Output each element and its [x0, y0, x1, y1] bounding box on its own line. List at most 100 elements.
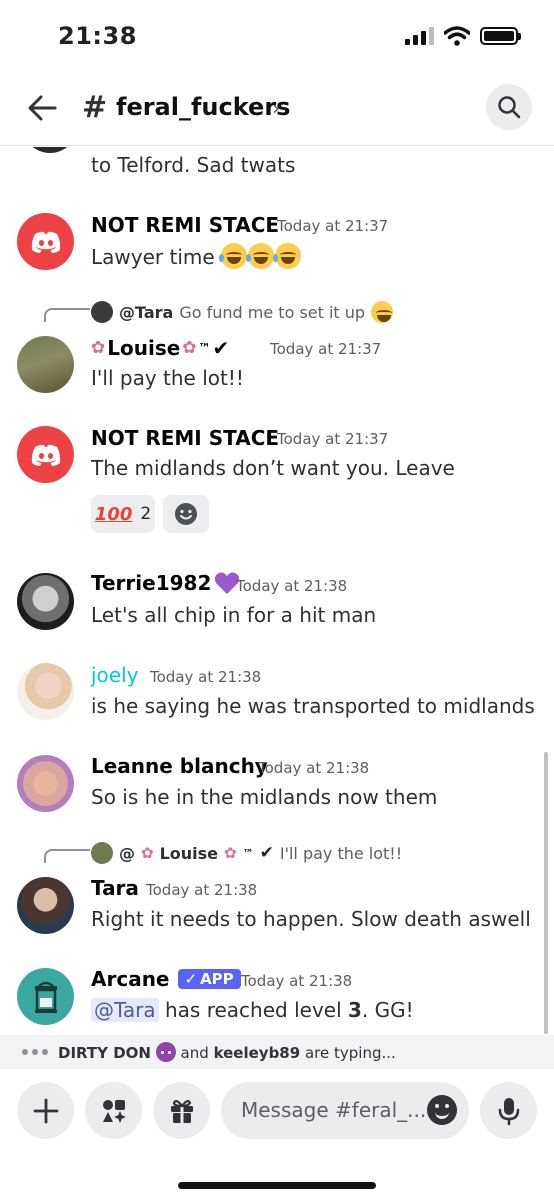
message-list[interactable]: to Telford. Sad twats NOT REMI STACE Tod…: [0, 147, 554, 1035]
lotus-emoji-icon: ✿: [224, 844, 237, 862]
battery-icon: [480, 27, 521, 45]
message-text: The midlands don’t want you. Leave: [91, 456, 455, 480]
lotus-emoji-icon: ✿: [141, 844, 154, 862]
emoji-picker-icon[interactable]: [427, 1095, 457, 1125]
typing-indicator: DIRTY DON and keeleyb89 are typing...: [0, 1035, 554, 1069]
message-author[interactable]: Arcane ✓ APP: [91, 967, 241, 991]
discord-logo-icon: [31, 444, 60, 466]
add-reaction-button[interactable]: [163, 495, 209, 533]
reply-preview[interactable]: @ ✿ Louise ✿ ™ ✔ I'll pay the lot!!: [91, 842, 402, 864]
discord-avatar[interactable]: [17, 426, 74, 483]
gift-icon: [170, 1099, 193, 1123]
user-mention[interactable]: @Tara: [91, 998, 159, 1022]
check-mark-icon: ✔: [259, 843, 274, 863]
hundred-emoji-icon: 100: [94, 503, 133, 525]
reply-connector: [44, 308, 90, 322]
message-author[interactable]: NOT REMI STACE: [91, 426, 279, 450]
trademark-symbol: ™: [198, 341, 211, 355]
back-arrow-icon: [28, 95, 57, 121]
home-indicator[interactable]: [178, 1182, 376, 1189]
add-attachment-button[interactable]: [17, 1082, 74, 1139]
typing-user: DIRTY DON: [58, 1044, 151, 1062]
reply-avatar: [91, 842, 113, 864]
message-text: Right it needs to happen. Slow death asw…: [91, 907, 531, 931]
trademark-symbol: ™: [242, 846, 254, 860]
search-icon: [498, 96, 521, 119]
reaction-count: 2: [140, 504, 152, 524]
message-text: to Telford. Sad twats: [91, 153, 296, 177]
search-button[interactable]: [486, 84, 532, 130]
message-author[interactable]: Terrie1982: [91, 571, 240, 595]
message-timestamp: Today at 21:38: [236, 577, 348, 595]
reply-text: I'll pay the lot!!: [279, 843, 403, 863]
apps-button[interactable]: [85, 1082, 142, 1139]
message-composer: Message #feral_...: [0, 1069, 554, 1200]
typing-dots-icon: [22, 1049, 48, 1055]
message-input[interactable]: Message #feral_...: [221, 1082, 469, 1139]
arcane-bot-avatar[interactable]: [17, 968, 74, 1025]
reply-avatar: [91, 301, 113, 323]
reaction-100[interactable]: 100 2: [91, 495, 155, 533]
discord-logo-icon: [31, 231, 60, 253]
author-name: Louise: [107, 336, 181, 360]
message-text-a: has reached level: [165, 998, 342, 1022]
level-number: 3: [348, 998, 362, 1022]
lotus-emoji-icon: ✿: [91, 338, 106, 358]
app-badge: ✓ APP: [177, 969, 241, 989]
message-timestamp: Today at 21:37: [277, 217, 389, 235]
discord-avatar[interactable]: [17, 213, 74, 270]
microphone-icon: [498, 1097, 519, 1125]
reply-text: Go fund me to set it up: [179, 302, 366, 322]
message-timestamp: Today at 21:38: [150, 668, 262, 686]
reply-author: @Tara: [119, 302, 174, 322]
message-author[interactable]: ✿ Louise ✿ ™ ✔: [91, 336, 229, 360]
chevron-right-icon[interactable]: ›: [272, 96, 280, 120]
status-time: 21:38: [58, 22, 137, 50]
channel-name[interactable]: feral_fuckers: [116, 93, 290, 121]
add-emoji-icon: [175, 503, 197, 525]
message-author[interactable]: Tara: [91, 876, 139, 900]
message-timestamp: Today at 21:38: [258, 759, 370, 777]
verified-check-icon: ✓: [184, 970, 198, 988]
joy-emoji-icon: [371, 301, 394, 323]
message-text: Lawyer time: [91, 243, 302, 269]
status-bar: 21:38: [0, 0, 554, 74]
back-button[interactable]: [22, 88, 62, 128]
avatar[interactable]: [17, 336, 74, 393]
avatar[interactable]: [17, 755, 74, 812]
author-name: Terrie1982: [91, 571, 212, 595]
typing-and: and: [180, 1044, 209, 1062]
message-author[interactable]: joely: [91, 663, 139, 687]
apps-icon: [102, 1099, 126, 1123]
avatar[interactable]: [17, 573, 74, 630]
message-text-b: . GG!: [361, 998, 414, 1022]
avatar[interactable]: [22, 147, 78, 153]
typing-user: keeleyb89: [213, 1044, 301, 1062]
voice-message-button[interactable]: [480, 1082, 537, 1139]
message-author[interactable]: Leanne blanchy: [91, 754, 268, 778]
message-timestamp: Today at 21:38: [241, 972, 353, 990]
status-icons: [405, 26, 521, 46]
message-author[interactable]: NOT REMI STACE: [91, 213, 279, 237]
message-text-body: Lawyer time: [91, 245, 215, 269]
message-text: @Tara has reached level 3. GG!: [91, 998, 414, 1022]
typing-suffix: are typing...: [304, 1044, 396, 1062]
scrollbar[interactable]: [544, 752, 548, 1034]
avatar[interactable]: [17, 877, 74, 934]
plus-icon: [33, 1098, 58, 1123]
reply-preview[interactable]: @Tara Go fund me to set it up: [91, 301, 394, 323]
message-text: So is he in the midlands now them: [91, 785, 438, 809]
message-timestamp: Today at 21:37: [277, 430, 389, 448]
wifi-icon: [444, 26, 470, 46]
lotus-emoji-icon: ✿: [182, 338, 197, 358]
author-name: Arcane: [91, 967, 170, 991]
joy-emoji-icon: [219, 243, 248, 269]
avatar[interactable]: [17, 663, 74, 720]
gift-button[interactable]: [153, 1082, 210, 1139]
app-badge-label: APP: [200, 970, 234, 988]
message-timestamp: Today at 21:38: [146, 881, 258, 899]
reply-connector: [44, 849, 90, 863]
channel-hash-icon: #: [82, 90, 108, 125]
joy-emoji-icon: [246, 243, 275, 269]
channel-header: # feral_fuckers ›: [0, 74, 554, 146]
